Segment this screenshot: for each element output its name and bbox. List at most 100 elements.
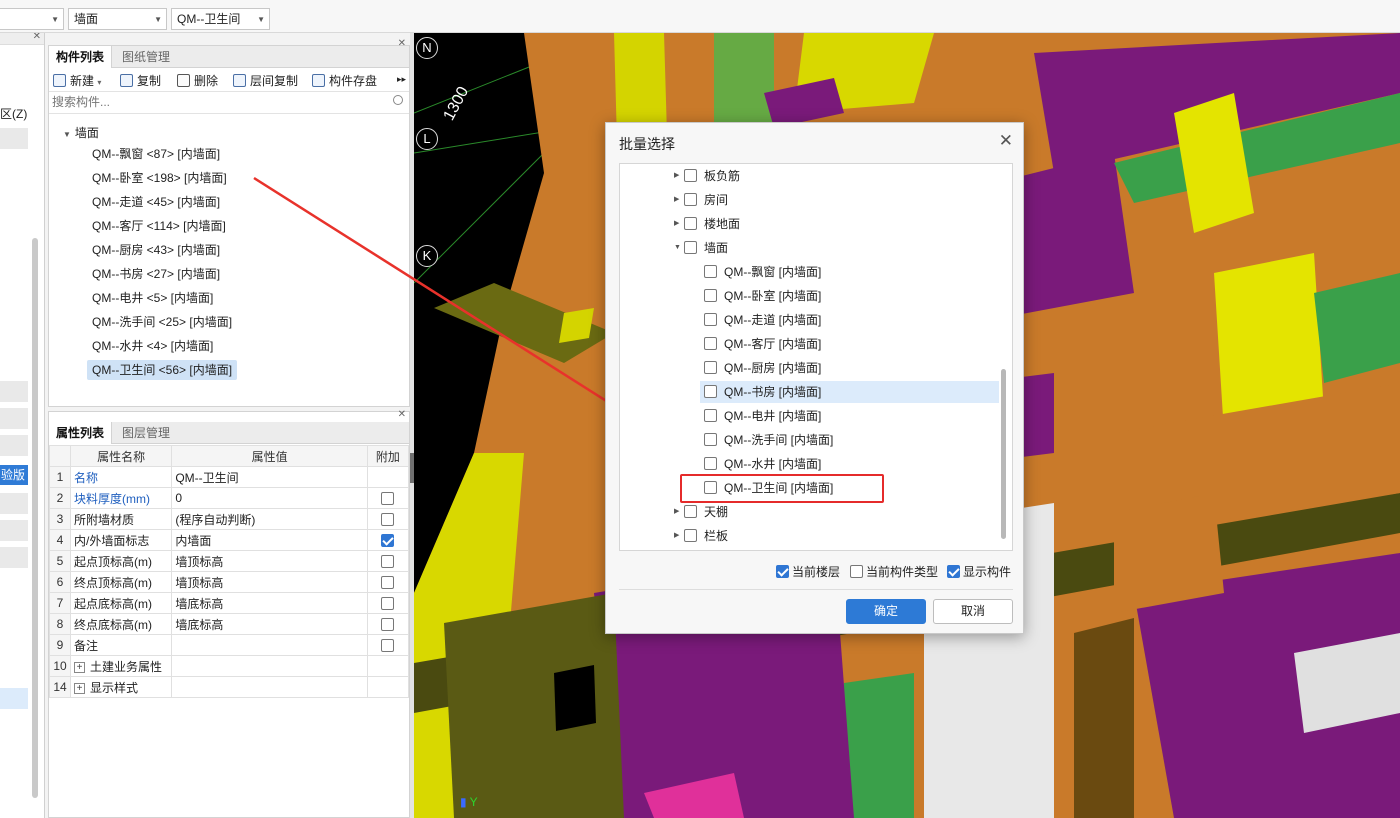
attach-checkbox[interactable] — [381, 534, 395, 548]
property-row[interactable]: 2 块料厚度(mm) 0 — [48, 487, 410, 509]
close-icon[interactable]: ✕ — [999, 131, 1013, 151]
cancel-button[interactable]: 取消 — [933, 599, 1013, 624]
collapsed-triangle-icon[interactable]: ▶ — [674, 501, 679, 523]
dialog-item-row[interactable]: QM--洗手间 [内墙面] — [620, 429, 1000, 451]
close-icon[interactable]: ✕ — [398, 409, 406, 420]
attach-checkbox[interactable] — [381, 576, 395, 590]
dialog-checkbox[interactable] — [684, 169, 697, 182]
property-value-cell[interactable]: 墙底标高 — [171, 592, 368, 614]
property-row[interactable]: 1 名称 QM--卫生间 — [48, 466, 410, 488]
expand-plus-icon[interactable]: + — [74, 682, 86, 694]
property-row[interactable]: 14 + 显示样式 — [48, 676, 410, 698]
tab-property-list[interactable]: 属性列表 — [49, 422, 113, 444]
delete-button[interactable]: 删除 — [177, 72, 218, 89]
left-pane-partial-text[interactable]: 区(Z) — [0, 105, 27, 122]
property-row[interactable]: 6 终点顶标高(m) 墙顶标高 — [48, 571, 410, 593]
component-tree-item[interactable]: QM--洗手间 <25> [内墙面] — [87, 312, 237, 332]
dialog-item-row[interactable]: QM--客厅 [内墙面] — [620, 333, 1000, 355]
property-value-cell[interactable] — [171, 655, 368, 677]
attach-checkbox[interactable] — [381, 492, 395, 506]
dialog-item-row[interactable]: QM--书房 [内墙面] — [700, 381, 999, 403]
dialog-category-row[interactable]: ▶ 板负筋 — [620, 165, 1000, 187]
dialog-checkbox[interactable] — [704, 457, 717, 470]
left-pane-item[interactable] — [0, 381, 28, 403]
collapsed-triangle-icon[interactable]: ▶ — [674, 189, 679, 211]
show-components-checkbox[interactable] — [947, 565, 960, 578]
current-type-option[interactable]: 当前构件类型 — [850, 563, 938, 580]
dialog-checkbox[interactable] — [704, 385, 717, 398]
dialog-category-row[interactable]: ▶ 楼地面 — [620, 213, 1000, 235]
search-input[interactable] — [49, 92, 369, 112]
property-row[interactable]: 3 所附墙材质 (程序自动判断) — [48, 508, 410, 530]
dialog-category-row[interactable]: ▶ 房间 — [620, 189, 1000, 211]
dialog-category-row[interactable]: ▼ 墙面 — [620, 237, 1000, 259]
dialog-item-row[interactable]: QM--走道 [内墙面] — [620, 309, 1000, 331]
property-value-cell[interactable]: 0 — [171, 487, 368, 509]
dialog-list-scrollbar[interactable] — [1001, 369, 1006, 539]
left-pane-item[interactable] — [0, 688, 28, 710]
dialog-checkbox[interactable] — [704, 289, 717, 302]
component-tree-item[interactable]: QM--电井 <5> [内墙面] — [87, 288, 218, 308]
property-value-cell[interactable]: 内墙面 — [171, 529, 368, 551]
dialog-item-row[interactable]: QM--飘窗 [内墙面] — [620, 261, 1000, 283]
left-pane-badge[interactable]: 验版 — [0, 465, 28, 485]
collapsed-triangle-icon[interactable]: ▶ — [674, 213, 679, 235]
component-tree-item[interactable]: QM--走道 <45> [内墙面] — [87, 192, 225, 212]
floor-copy-button[interactable]: 层间复制 — [233, 72, 298, 89]
dialog-checkbox[interactable] — [684, 193, 697, 206]
property-row[interactable]: 5 起点顶标高(m) 墙顶标高 — [48, 550, 410, 572]
property-row[interactable]: 10 + 土建业务属性 — [48, 655, 410, 677]
property-value-cell[interactable]: QM--卫生间 — [171, 466, 368, 488]
dialog-checkbox[interactable] — [684, 529, 697, 542]
property-row[interactable]: 7 起点底标高(m) 墙底标高 — [48, 592, 410, 614]
ok-button[interactable]: 确定 — [846, 599, 926, 624]
floor-combo[interactable]: ▼ — [0, 8, 64, 30]
dialog-checkbox[interactable] — [704, 265, 717, 278]
dialog-checkbox[interactable] — [704, 313, 717, 326]
component-tree-item[interactable]: QM--飘窗 <87> [内墙面] — [87, 144, 225, 164]
collapsed-triangle-icon[interactable]: ▶ — [674, 525, 679, 547]
save-component-button[interactable]: 构件存盘 — [312, 72, 377, 89]
property-value-cell[interactable]: 墙顶标高 — [171, 571, 368, 593]
dialog-item-row[interactable]: QM--卧室 [内墙面] — [620, 285, 1000, 307]
left-pane-item[interactable] — [0, 520, 28, 542]
current-type-checkbox[interactable] — [850, 565, 863, 578]
current-floor-option[interactable]: 当前楼层 — [776, 563, 840, 580]
expand-triangle-icon[interactable]: ▼ — [63, 130, 71, 139]
property-value-cell[interactable]: 墙底标高 — [171, 613, 368, 635]
property-value-cell[interactable]: (程序自动判断) — [171, 508, 368, 530]
component-tree-item[interactable]: QM--卧室 <198> [内墙面] — [87, 168, 232, 188]
attach-checkbox[interactable] — [381, 597, 395, 611]
left-pane-item[interactable] — [0, 435, 28, 457]
attach-checkbox[interactable] — [381, 513, 395, 527]
component-combo[interactable]: QM--卫生间 ▼ — [171, 8, 270, 30]
copy-button[interactable]: 复制 — [120, 72, 161, 89]
dialog-category-row[interactable]: ▶ 天棚 — [620, 501, 1000, 523]
property-value-cell[interactable]: 墙顶标高 — [171, 550, 368, 572]
dialog-checkbox[interactable] — [684, 217, 697, 230]
dialog-checkbox[interactable] — [704, 409, 717, 422]
new-button[interactable]: 新建 ▾ — [53, 72, 101, 89]
left-pane-scrollbar[interactable] — [32, 238, 38, 798]
component-tree-item[interactable]: QM--水井 <4> [内墙面] — [87, 336, 218, 356]
dialog-checkbox[interactable] — [684, 241, 697, 254]
expanded-triangle-icon[interactable]: ▼ — [674, 237, 681, 259]
current-floor-checkbox[interactable] — [776, 565, 789, 578]
component-tree-item[interactable]: QM--客厅 <114> [内墙面] — [87, 216, 231, 236]
property-value-cell[interactable] — [171, 676, 368, 698]
property-row[interactable]: 9 备注 — [48, 634, 410, 656]
component-tree-item[interactable]: QM--书房 <27> [内墙面] — [87, 264, 225, 284]
dialog-checkbox[interactable] — [684, 505, 697, 518]
left-pane-item[interactable] — [0, 408, 28, 430]
dialog-checkbox[interactable] — [704, 433, 717, 446]
left-pane-item[interactable] — [0, 547, 28, 569]
attach-checkbox[interactable] — [381, 639, 395, 653]
component-tree-item[interactable]: QM--卫生间 <56> [内墙面] — [87, 360, 238, 380]
tab-layer-management[interactable]: 图层管理 — [115, 422, 177, 444]
expand-plus-icon[interactable]: + — [74, 661, 86, 673]
attach-checkbox[interactable] — [381, 618, 395, 632]
dialog-checkbox[interactable] — [704, 361, 717, 374]
left-pane-item[interactable] — [0, 493, 28, 515]
dialog-item-row[interactable]: QM--电井 [内墙面] — [620, 405, 1000, 427]
dialog-item-row[interactable]: QM--厨房 [内墙面] — [620, 357, 1000, 379]
